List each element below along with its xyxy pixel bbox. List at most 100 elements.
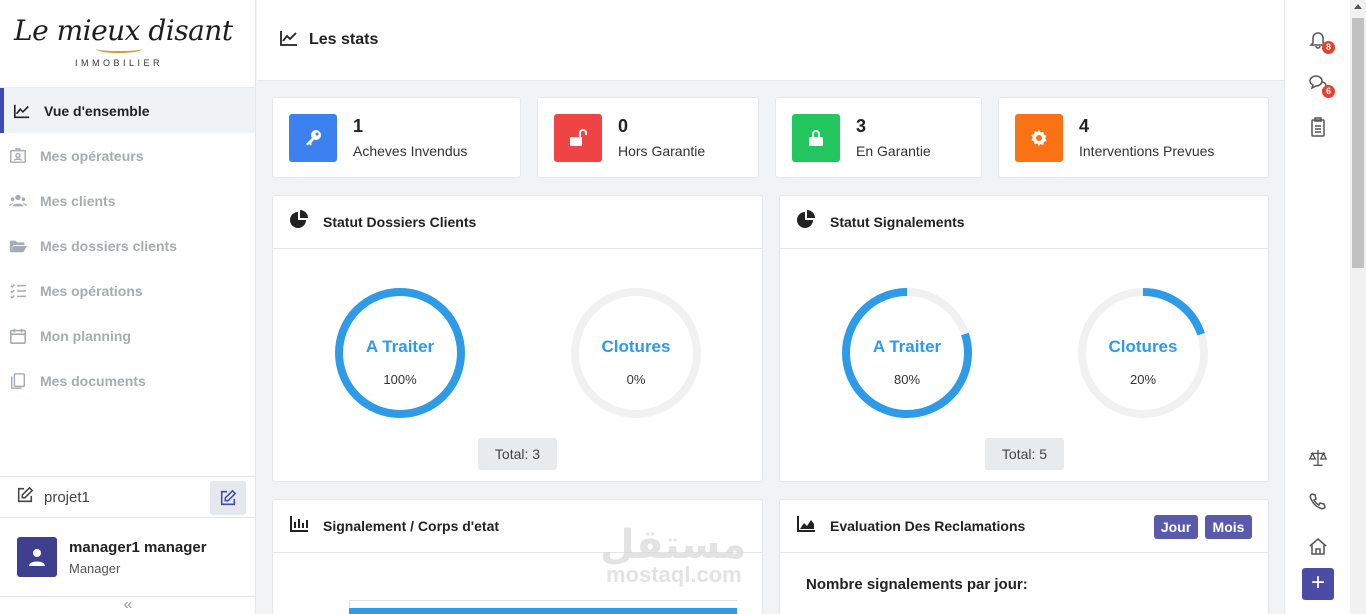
messages-badge: 6 [1322,85,1335,98]
ring-title: Clotures [1108,337,1178,356]
chart-subtitle: Nombre signalements par jour: [806,576,1028,593]
stat-label: En Garantie [856,143,931,159]
stat-card-en-garantie[interactable]: 3 En Garantie [775,97,982,178]
sidebar-item-label: Mes clients [40,192,116,209]
stat-label: Acheves Invendus [353,143,468,159]
ring-percent: 20% [1129,372,1157,387]
project-selector[interactable]: projet1 [0,476,256,518]
ring-a-traiter: A Traiter 100% [334,287,466,419]
brand-script: Le mieux disant [14,14,233,47]
right-rail: 8 6 + [1284,0,1350,614]
project-name: projet1 [44,488,90,506]
scrollbar-thumb[interactable] [1352,18,1364,268]
chart-bar [349,608,737,614]
edit-project-button[interactable] [210,481,246,515]
total-badge: Total: 3 [478,438,557,470]
stat-label: Hors Garantie [618,143,706,159]
ring-a-traiter: A Traiter 80% [841,287,973,419]
panel-evaluation-reclamations: Evaluation Des Reclamations Jour Mois No… [779,499,1269,614]
panel-statut-signalements: Statut Signalements A Traiter 80% Clotur… [779,195,1269,482]
bar-chart-icon [289,514,309,539]
ring-clotures: Clotures 0% [570,287,702,419]
ring-percent: 100% [383,372,417,387]
stat-card-hors-garantie[interactable]: 0 Hors Garantie [537,97,759,178]
brand-logo[interactable]: Le mieux disant IMMOBILIER [0,0,255,88]
phone-icon [1309,493,1326,510]
line-chart-icon [279,28,299,53]
collapse-sidebar-icon[interactable]: « [0,596,256,614]
brand-subtitle: IMMOBILIER [75,58,164,68]
add-button[interactable]: + [1302,568,1334,600]
mois-button[interactable]: Mois [1205,515,1252,539]
lock-open-icon [554,113,602,162]
sidebar-nav: Vue d'ensemble Mes opérateurs Mes client… [0,88,255,403]
ring-title: A Traiter [365,337,435,356]
clipboard-button[interactable] [1307,116,1329,138]
sidebar-item-label: Mes opérations [40,282,143,299]
pie-chart-icon [289,209,309,235]
pencil-square-icon [16,486,34,509]
panel-title: Statut Dossiers Clients [323,214,477,230]
notifications-badge: 8 [1322,41,1335,54]
user-icon [29,549,45,566]
scroll-up-arrow[interactable] [1354,4,1362,9]
home-icon [1309,538,1327,555]
sidebar-item-label: Mon planning [40,327,131,344]
edit-icon [220,489,237,506]
sidebar: Le mieux disant IMMOBILIER Vue d'ensembl… [0,0,256,614]
stat-value: 1 [353,116,364,136]
users-icon [8,191,28,211]
notifications-button[interactable]: 8 [1307,28,1335,54]
home-button[interactable] [1307,535,1329,557]
messages-button[interactable]: 6 [1307,72,1335,98]
sidebar-item-dossiers[interactable]: Mes dossiers clients [0,223,255,268]
sidebar-item-label: Vue d'ensemble [44,102,150,119]
watermark-latin: mostaql.com [606,562,742,587]
sidebar-item-operations[interactable]: Mes opérations [0,268,255,313]
panel-title: Signalement / Corps d'etat [323,518,500,534]
sidebar-item-label: Mes opérateurs [40,147,144,164]
sidebar-item-vue-ensemble[interactable]: Vue d'ensemble [0,88,255,133]
user-profile[interactable]: manager1 manager Manager [0,518,256,596]
scrollbar[interactable] [1350,0,1366,614]
user-name: manager1 manager [69,538,207,556]
panel-title: Statut Signalements [830,214,965,230]
watermark: مستقل mostaql.com [600,522,746,588]
lock-icon [792,113,840,162]
scales-icon [1308,449,1328,466]
pie-chart-icon [796,209,816,235]
key-icon [289,113,337,162]
id-badge-icon [8,146,28,166]
stat-label: Interventions Prevues [1079,143,1215,159]
documents-icon [8,371,28,391]
panel-statut-dossiers: Statut Dossiers Clients A Traiter 100% C… [272,195,763,482]
jour-button[interactable]: Jour [1154,515,1198,539]
ring-clotures: Clotures 20% [1077,287,1209,419]
legal-button[interactable] [1307,447,1329,469]
stat-card-acheves[interactable]: 1 Acheves Invendus [272,97,521,178]
folder-open-icon [8,236,28,256]
ring-title: Clotures [601,337,671,356]
gear-icon [1015,113,1063,162]
panel-header: Statut Dossiers Clients [273,196,762,249]
ring-title: A Traiter [872,337,942,356]
user-role: Manager [69,560,121,576]
avatar [17,537,57,577]
page-header: Les stats [257,0,1284,81]
ring-percent: 80% [893,372,921,387]
calendar-icon [8,326,28,346]
sidebar-item-planning[interactable]: Mon planning [0,313,255,358]
panel-header: Statut Signalements [780,196,1268,249]
phone-button[interactable] [1307,491,1329,513]
sidebar-item-operateurs[interactable]: Mes opérateurs [0,133,255,178]
clipboard-icon [1311,117,1325,137]
stat-card-interventions[interactable]: 4 Interventions Prevues [998,97,1269,178]
checklist-icon [8,281,28,301]
brand-swoosh [96,45,142,53]
sidebar-item-label: Mes dossiers clients [40,237,177,254]
total-badge: Total: 5 [985,438,1064,470]
sidebar-item-documents[interactable]: Mes documents [0,358,255,403]
sidebar-item-clients[interactable]: Mes clients [0,178,255,223]
sidebar-item-label: Mes documents [40,372,146,389]
page-title: Les stats [309,31,379,48]
